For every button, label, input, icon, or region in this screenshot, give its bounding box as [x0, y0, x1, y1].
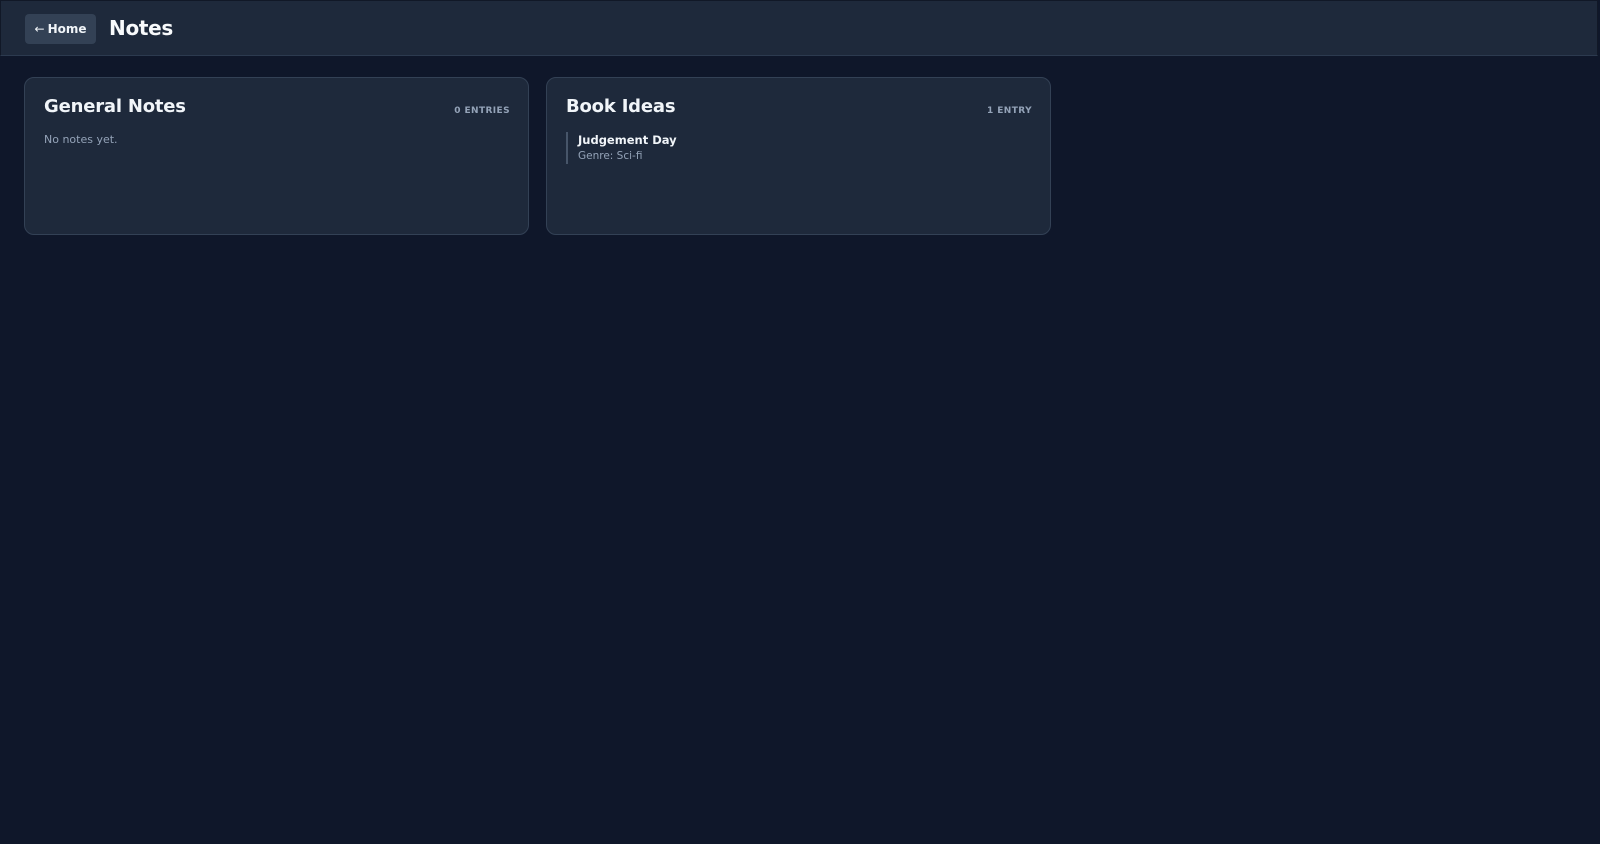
page-title: Notes: [109, 16, 174, 40]
entry-count-badge: 1 ENTRY: [987, 106, 1032, 116]
notes-card-book-ideas: Book Ideas 1 ENTRY Judgement Day Genre: …: [546, 77, 1051, 235]
notes-card-general: General Notes 0 ENTRIES No notes yet.: [24, 77, 529, 235]
top-bar: ← Home Notes: [0, 0, 1598, 56]
note-entry-meta: Genre: Sci-fi: [578, 150, 643, 162]
entry-count-badge: 0 ENTRIES: [454, 106, 510, 116]
note-entry[interactable]: Judgement Day Genre: Sci-fi: [566, 132, 677, 164]
home-button-label: Home: [47, 22, 87, 36]
note-entry-title: Judgement Day: [578, 133, 677, 147]
card-title: Book Ideas: [566, 96, 676, 117]
empty-state-message: No notes yet.: [44, 133, 118, 146]
card-title: General Notes: [44, 96, 186, 117]
back-arrow-icon: ←: [34, 22, 45, 36]
home-button[interactable]: ← Home: [25, 14, 96, 44]
